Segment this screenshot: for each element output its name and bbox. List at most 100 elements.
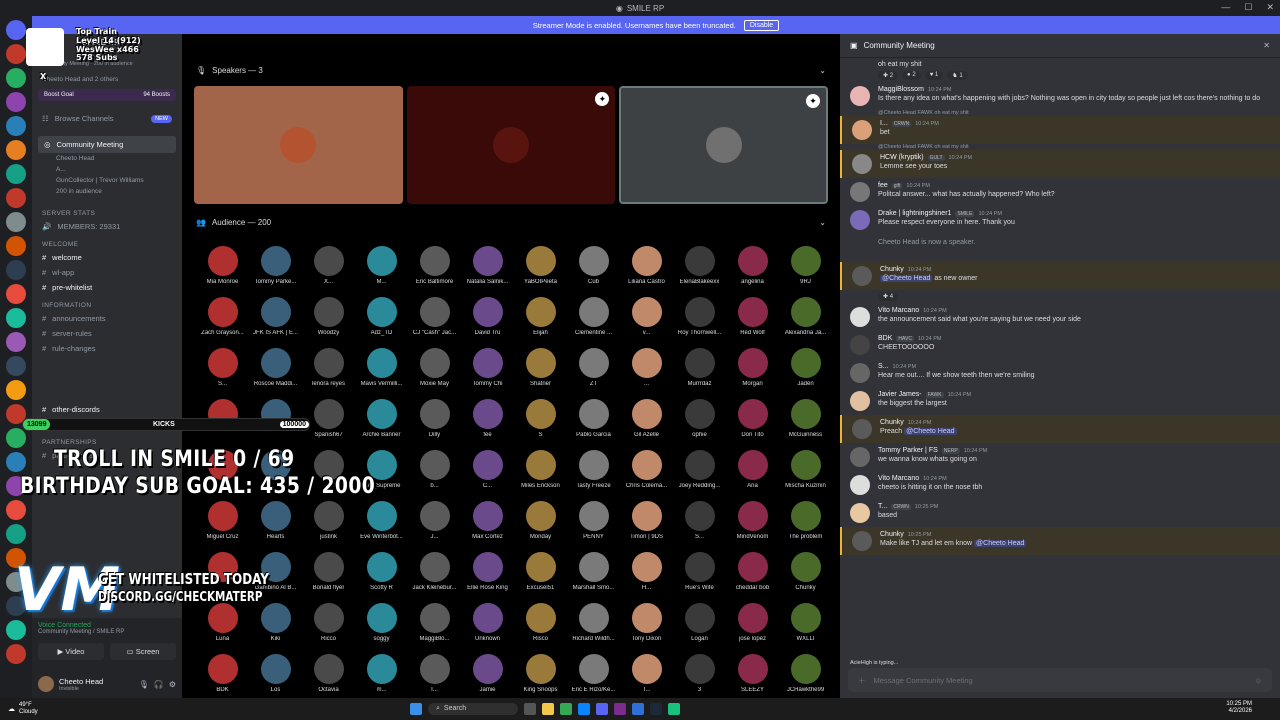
- server-icon[interactable]: [6, 380, 26, 400]
- stage-member-2[interactable]: A...: [32, 164, 182, 175]
- server-icon[interactable]: [6, 20, 26, 40]
- message-author[interactable]: Javier James-: [878, 391, 922, 398]
- file-explorer-icon[interactable]: [542, 703, 554, 715]
- speaker-tile-3[interactable]: ✦: [619, 86, 829, 204]
- stage-member-3[interactable]: GunCollector | Trevor Williams: [32, 175, 182, 186]
- audience-member[interactable]: SLEEZY: [726, 654, 779, 693]
- audience-member[interactable]: Gil Azelle: [620, 399, 673, 438]
- audience-member[interactable]: Miles Erickson: [514, 450, 567, 489]
- audience-member[interactable]: Luna: [196, 603, 249, 642]
- weather-widget[interactable]: ☁ 49°F Cloudy: [8, 702, 38, 715]
- audience-member[interactable]: Murrrdaz: [673, 348, 726, 387]
- audience-member[interactable]: Risco: [514, 603, 567, 642]
- server-icon[interactable]: [6, 188, 26, 208]
- audience-member[interactable]: v...: [620, 297, 673, 336]
- avatar[interactable]: [850, 391, 870, 412]
- chevron-down-icon[interactable]: ⌄: [819, 66, 826, 75]
- user-mention[interactable]: @Cheeto Head: [904, 428, 957, 436]
- server-icon[interactable]: [6, 92, 26, 112]
- audience-member[interactable]: Richard Wildh...: [567, 603, 620, 642]
- reaction[interactable]: ● 2: [902, 71, 921, 81]
- audience-member[interactable]: S...: [673, 501, 726, 540]
- audience-header[interactable]: 👥 Audience — 200 ⌄: [182, 212, 840, 232]
- plus-icon[interactable]: ＋: [858, 675, 866, 686]
- audience-member[interactable]: Tommy Chi: [461, 348, 514, 387]
- audience-member[interactable]: JCHawkthe99: [779, 654, 832, 693]
- audience-member[interactable]: Liliana Castro: [620, 246, 673, 285]
- avatar[interactable]: [38, 676, 54, 692]
- audience-member[interactable]: Miguel Cruz: [196, 501, 249, 540]
- audience-member[interactable]: jose lopez: [726, 603, 779, 642]
- audience-member[interactable]: Ricco: [302, 603, 355, 642]
- avatar[interactable]: [850, 335, 870, 356]
- avatar[interactable]: [852, 266, 872, 287]
- discord-icon[interactable]: [596, 703, 608, 715]
- audience-member[interactable]: m...: [355, 654, 408, 693]
- audience-member[interactable]: angelina: [726, 246, 779, 285]
- server-icon[interactable]: [6, 212, 26, 232]
- audience-member[interactable]: Roy Thornwell...: [673, 297, 726, 336]
- audience-member[interactable]: CJ "Cash" Jac...: [408, 297, 461, 336]
- audience-member[interactable]: M...: [355, 246, 408, 285]
- chat-message[interactable]: Vito Marcano 10:24 PM cheeto is hitting it…: [840, 471, 1280, 499]
- server-icon[interactable]: [6, 428, 26, 448]
- message-author[interactable]: Vito Marcano: [878, 475, 919, 482]
- message-author[interactable]: HCW (kryptik): [880, 154, 924, 161]
- reaction[interactable]: ♞ 1: [947, 71, 968, 81]
- close-window-button[interactable]: ✕: [1266, 2, 1274, 13]
- server-icon[interactable]: [6, 356, 26, 376]
- audience-member[interactable]: Unknown: [461, 603, 514, 642]
- audience-member[interactable]: Aria: [726, 450, 779, 489]
- audience-member[interactable]: J...: [408, 501, 461, 540]
- chat-message[interactable]: Vito Marcano 10:24 PM the announcement sai…: [840, 303, 1280, 331]
- server-icon[interactable]: [6, 524, 26, 544]
- audience-member[interactable]: BDK: [196, 654, 249, 693]
- audience-member[interactable]: Eric Baltimore: [408, 246, 461, 285]
- audience-member[interactable]: cheddar bob: [726, 552, 779, 591]
- avatar[interactable]: [850, 363, 870, 384]
- channel-pre-whitelist[interactable]: # pre-whitelist: [32, 280, 182, 295]
- chat-message[interactable]: BDK HAVC 10:24 PM CHEETOOOOOO: [840, 331, 1280, 359]
- audience-member[interactable]: Elijah: [514, 297, 567, 336]
- taskbar-clock[interactable]: 10:25 PM 4/2/2026: [1226, 701, 1252, 715]
- audience-member[interactable]: Monday: [514, 501, 567, 540]
- message-author[interactable]: MaggiBlossom: [878, 86, 924, 93]
- audience-member[interactable]: Kiki: [249, 603, 302, 642]
- chevron-down-icon[interactable]: ⌄: [819, 218, 826, 227]
- audience-member[interactable]: Zach Grayson...: [196, 297, 249, 336]
- audience-member[interactable]: lenora reyes: [302, 348, 355, 387]
- audience-member[interactable]: Chris Colema...: [620, 450, 673, 489]
- chat-message[interactable]: I... CRWN 10:24 PM bet: [840, 116, 1280, 145]
- user-mention[interactable]: @Cheeto Head: [974, 540, 1027, 548]
- audience-member[interactable]: I...: [408, 654, 461, 693]
- headphones-icon[interactable]: 🎧: [154, 680, 164, 689]
- chat-message[interactable]: Chunky 10:24 PM Preach @Cheeto Head: [840, 415, 1280, 444]
- audience-member[interactable]: Jack Kleinebur...: [408, 552, 461, 591]
- audience-member[interactable]: McGuinness: [779, 399, 832, 438]
- avatar[interactable]: [850, 238, 870, 258]
- stage-channel-item[interactable]: ◎ Community Meeting: [38, 136, 176, 153]
- server-icon[interactable]: [6, 164, 26, 184]
- audience-member[interactable]: Marshall Smo...: [567, 552, 620, 591]
- chat-message[interactable]: Drake | lightningshiner1 SMILE 10:24 PM Ple…: [840, 206, 1280, 234]
- server-icon[interactable]: [6, 332, 26, 352]
- audience-member[interactable]: Excusel51: [514, 552, 567, 591]
- audience-member[interactable]: 3: [673, 654, 726, 693]
- category-partnerships[interactable]: Partnerships: [32, 432, 182, 448]
- reaction[interactable]: ♥ 1: [924, 71, 944, 81]
- channel-server-rules[interactable]: # server-rules: [32, 326, 182, 341]
- emoji-icon[interactable]: ☺: [1254, 676, 1262, 685]
- audience-member[interactable]: Alexandria Ja...: [779, 297, 832, 336]
- audience-member[interactable]: X...: [302, 246, 355, 285]
- message-author[interactable]: fee: [878, 182, 888, 189]
- audience-member[interactable]: Mischa Kuzmin: [779, 450, 832, 489]
- avatar[interactable]: [850, 447, 870, 468]
- chat-message[interactable]: HCW (kryptik) GULT 10:24 PM Lemme see your …: [840, 150, 1280, 179]
- message-author[interactable]: Tommy Parker | FS: [878, 447, 938, 454]
- chat-message[interactable]: T... CRWN 10:25 PM based: [840, 499, 1280, 527]
- audience-member[interactable]: Jaden: [779, 348, 832, 387]
- video-button[interactable]: ▶ Video: [38, 643, 104, 660]
- audience-member[interactable]: David Tru: [461, 297, 514, 336]
- chat-message[interactable]: Chunky 10:24 PM @Cheeto Head as new owner: [840, 262, 1280, 291]
- message-input[interactable]: ＋ Message Community Meeting ☺: [848, 668, 1272, 692]
